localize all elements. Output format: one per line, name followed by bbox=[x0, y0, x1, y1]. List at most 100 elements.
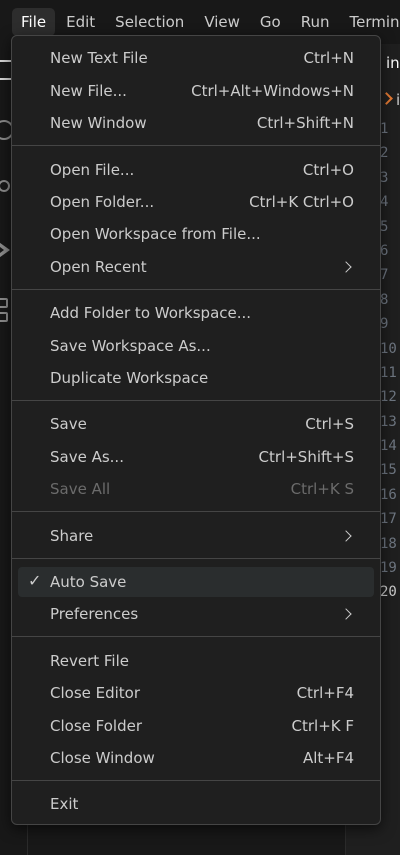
menu-item-label: Preferences bbox=[50, 605, 139, 623]
line-number: 1 bbox=[380, 121, 389, 137]
menu-item-close-window[interactable]: Close Window Alt+F4 bbox=[18, 743, 374, 773]
line-number: 11 bbox=[380, 364, 397, 381]
menubar-run[interactable]: Run bbox=[292, 8, 339, 36]
menu-item-label: Revert File bbox=[50, 652, 129, 670]
line-number: 3 bbox=[380, 169, 389, 186]
menubar-file[interactable]: File bbox=[12, 8, 56, 36]
line-number: 10 bbox=[380, 340, 397, 357]
menubar-go[interactable]: Go bbox=[251, 8, 290, 36]
menu-item-label: Save As... bbox=[50, 448, 124, 466]
source-control-icon[interactable] bbox=[0, 180, 10, 192]
menu-item-label: Share bbox=[50, 527, 94, 545]
menu-item-label: New Text File bbox=[50, 49, 148, 67]
breadcrumb-chevron-icon bbox=[380, 92, 393, 105]
menu-item-label: Close Window bbox=[50, 749, 155, 767]
line-number: 8 bbox=[380, 291, 389, 308]
menu-separator bbox=[12, 780, 380, 781]
menu-item-label: Exit bbox=[50, 795, 79, 813]
extensions-icon-lower bbox=[0, 312, 8, 322]
menubar-selection[interactable]: Selection bbox=[106, 8, 193, 36]
menu-item-label: Save All bbox=[50, 480, 111, 498]
menu-item-shortcut: Alt+F4 bbox=[302, 749, 354, 767]
menu-item-preferences[interactable]: Preferences bbox=[18, 599, 374, 629]
menu-item-shortcut: Ctrl+S bbox=[305, 415, 354, 433]
chevron-right-icon bbox=[340, 261, 352, 273]
line-number: 16 bbox=[380, 486, 397, 503]
menu-item-shortcut: Ctrl+K S bbox=[290, 480, 354, 498]
line-number: 2 bbox=[380, 145, 389, 162]
menu-separator bbox=[12, 511, 380, 512]
menu-item-close-folder[interactable]: Close Folder Ctrl+K F bbox=[18, 711, 374, 741]
menu-item-label: Close Folder bbox=[50, 717, 142, 735]
menubar-view[interactable]: View bbox=[195, 8, 249, 36]
menu-item-label: Open Workspace from File... bbox=[50, 225, 261, 243]
menu-item-label: Auto Save bbox=[50, 573, 127, 591]
menubar-terminal[interactable]: Terminal bbox=[341, 8, 400, 36]
chevron-right-icon bbox=[340, 530, 352, 542]
menu-separator bbox=[12, 289, 380, 290]
line-number: 14 bbox=[380, 438, 397, 455]
menu-item-open-recent[interactable]: Open Recent bbox=[18, 252, 374, 282]
file-menu-dropdown: New Text File Ctrl+N New File... Ctrl+Al… bbox=[11, 35, 381, 825]
menu-item-shortcut: Ctrl+O bbox=[302, 161, 354, 179]
menu-item-shortcut: Ctrl+Shift+S bbox=[258, 448, 354, 466]
line-number: 9 bbox=[380, 316, 389, 333]
editor-tab[interactable]: in bbox=[386, 54, 400, 72]
menu-item-shortcut: Ctrl+N bbox=[303, 49, 354, 67]
menu-item-label: New Window bbox=[50, 114, 147, 132]
menu-item-save-workspace-as[interactable]: Save Workspace As... bbox=[18, 331, 374, 361]
menu-item-open-workspace[interactable]: Open Workspace from File... bbox=[18, 219, 374, 249]
line-number: 18 bbox=[380, 535, 397, 552]
line-number: 5 bbox=[380, 218, 389, 235]
menu-item-label: Save bbox=[50, 415, 87, 433]
menu-separator bbox=[12, 145, 380, 146]
menu-separator bbox=[12, 558, 380, 559]
line-number-gutter: 1 2 3 4 5 6 7 8 9 10 11 12 13 14 15 16 1… bbox=[380, 117, 400, 605]
menu-item-save[interactable]: Save Ctrl+S bbox=[18, 409, 374, 439]
menu-item-shortcut: Ctrl+Alt+Windows+N bbox=[191, 82, 354, 100]
menu-item-label: Open File... bbox=[50, 161, 135, 179]
line-number: 13 bbox=[380, 413, 397, 430]
extensions-icon[interactable] bbox=[0, 298, 8, 308]
menu-item-shortcut: Ctrl+Shift+N bbox=[256, 114, 354, 132]
menu-item-shortcut: Ctrl+K F bbox=[291, 717, 355, 735]
menu-separator bbox=[12, 400, 380, 401]
menu-item-label: New File... bbox=[50, 82, 127, 100]
menu-item-label: Open Recent bbox=[50, 258, 147, 276]
breadcrumb[interactable]: i bbox=[396, 91, 400, 109]
menu-item-new-window[interactable]: New Window Ctrl+Shift+N bbox=[18, 108, 374, 138]
line-number: 4 bbox=[380, 194, 389, 211]
menu-item-label: Save Workspace As... bbox=[50, 337, 211, 355]
menu-item-new-text-file[interactable]: New Text File Ctrl+N bbox=[18, 43, 374, 73]
menu-item-label: Add Folder to Workspace... bbox=[50, 304, 252, 322]
menu-item-auto-save[interactable]: ✓ Auto Save bbox=[18, 567, 374, 597]
menu-item-open-folder[interactable]: Open Folder... Ctrl+K Ctrl+O bbox=[18, 187, 374, 217]
menu-item-label: Open Folder... bbox=[50, 193, 155, 211]
menu-item-share[interactable]: Share bbox=[18, 521, 374, 551]
menu-item-new-file[interactable]: New File... Ctrl+Alt+Windows+N bbox=[18, 76, 374, 106]
menu-item-add-folder-to-workspace[interactable]: Add Folder to Workspace... bbox=[18, 298, 374, 328]
checkmark-icon: ✓ bbox=[28, 571, 42, 590]
menu-item-label: Duplicate Workspace bbox=[50, 369, 209, 387]
menu-item-save-all: Save All Ctrl+K S bbox=[18, 474, 374, 504]
line-number: 15 bbox=[380, 462, 397, 479]
line-number: 12 bbox=[380, 389, 397, 406]
menu-separator bbox=[12, 636, 380, 637]
line-number: 6 bbox=[380, 242, 389, 259]
menu-item-save-as[interactable]: Save As... Ctrl+Shift+S bbox=[18, 442, 374, 472]
menu-item-revert-file[interactable]: Revert File bbox=[18, 646, 374, 676]
run-debug-icon-inner bbox=[0, 244, 4, 256]
menubar-edit[interactable]: Edit bbox=[57, 8, 104, 36]
menu-item-label: Close Editor bbox=[50, 684, 141, 702]
line-number: 17 bbox=[380, 511, 397, 528]
line-number: 19 bbox=[380, 560, 397, 577]
menu-item-exit[interactable]: Exit bbox=[18, 789, 374, 819]
menu-item-duplicate-workspace[interactable]: Duplicate Workspace bbox=[18, 363, 374, 393]
menu-item-open-file[interactable]: Open File... Ctrl+O bbox=[18, 155, 374, 185]
line-number-current: 20 bbox=[380, 584, 397, 601]
menu-item-close-editor[interactable]: Close Editor Ctrl+F4 bbox=[18, 678, 374, 708]
line-number: 7 bbox=[380, 267, 389, 284]
menu-item-shortcut: Ctrl+F4 bbox=[296, 684, 354, 702]
chevron-right-icon bbox=[340, 608, 352, 620]
menu-item-shortcut: Ctrl+K Ctrl+O bbox=[249, 193, 354, 211]
